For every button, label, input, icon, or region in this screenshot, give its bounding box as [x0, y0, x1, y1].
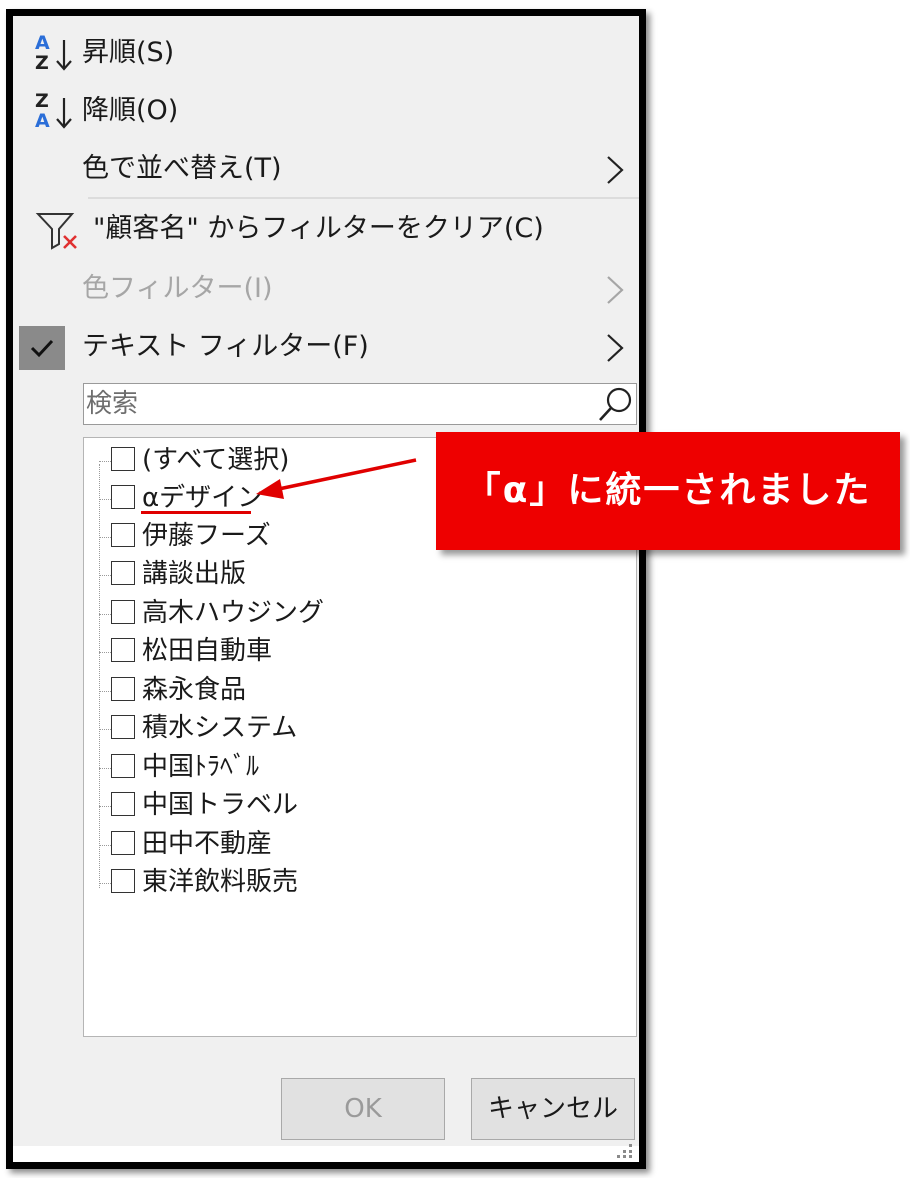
resize-grip-icon[interactable] — [617, 1142, 635, 1160]
chevron-right-icon — [607, 334, 624, 362]
cancel-button[interactable]: キャンセル — [471, 1078, 635, 1140]
list-item[interactable]: 田中不動産 — [84, 826, 636, 864]
checkbox[interactable] — [111, 831, 135, 855]
menu-item-sort-ascending[interactable]: A Z 昇順(S) — [13, 26, 639, 80]
menu-item-label: "顧客名" からフィルターをクリア(C) — [93, 213, 544, 244]
checkbox[interactable] — [111, 754, 135, 778]
menu-item-color-filter: 色フィルター(I) — [13, 262, 639, 316]
menu-item-label: 昇順(S) — [82, 37, 175, 68]
list-item[interactable]: 講談出版 — [84, 556, 636, 594]
search-icon[interactable] — [596, 384, 636, 424]
checkbox[interactable] — [111, 523, 135, 547]
checkbox[interactable] — [111, 600, 135, 624]
list-item-label: 森永食品 — [142, 675, 247, 705]
checkbox[interactable] — [111, 869, 135, 893]
chevron-right-icon — [607, 276, 624, 304]
menu-item-label: 降順(O) — [82, 95, 179, 126]
list-item[interactable]: 松田自動車 — [84, 633, 636, 671]
annotation-underline — [141, 511, 251, 514]
list-item-label: 積水システム — [142, 713, 298, 743]
list-item-label: 講談出版 — [142, 559, 247, 589]
chevron-right-icon — [607, 156, 624, 184]
list-item[interactable]: 東洋飲料販売 — [84, 864, 636, 902]
checkmark-icon — [19, 326, 65, 370]
menu-item-sort-descending[interactable]: Z A 降順(O) — [13, 84, 639, 138]
checkbox[interactable] — [111, 715, 135, 739]
sort-ascending-icon: A Z — [33, 32, 81, 76]
menu-item-label: 色で並べ替え(T) — [82, 153, 282, 184]
checkbox[interactable] — [111, 485, 135, 509]
annotation-callout: 「α」に統一されました — [436, 432, 900, 550]
list-item[interactable]: 中国ﾄﾗﾍﾞﾙ — [84, 749, 636, 787]
search-box — [83, 383, 637, 425]
checkbox[interactable] — [111, 447, 135, 471]
sort-descending-icon: Z A — [33, 90, 81, 134]
menu-item-label: テキスト フィルター(F) — [82, 331, 369, 362]
list-item-label: 松田自動車 — [142, 636, 273, 666]
screenshot-stage: A Z 昇順(S) Z A 降順(O) 色で並べ替え(T) "顧客名" からフィ… — [0, 0, 910, 1178]
dialog-footer-strip — [13, 1144, 639, 1162]
search-input[interactable] — [86, 384, 586, 424]
list-item-label: 伊藤フーズ — [142, 521, 271, 551]
list-item[interactable]: 高木ハウジング — [84, 595, 636, 633]
list-item-label: 中国ﾄﾗﾍﾞﾙ — [142, 752, 260, 782]
list-item-label: 高木ハウジング — [142, 598, 325, 628]
menu-separator — [88, 197, 639, 199]
list-item-label: 田中不動産 — [142, 829, 273, 859]
filter-dropdown-dialog: A Z 昇順(S) Z A 降順(O) 色で並べ替え(T) "顧客名" からフィ… — [6, 9, 646, 1169]
list-item[interactable]: 積水システム — [84, 710, 636, 748]
menu-item-label: 色フィルター(I) — [82, 273, 273, 304]
list-item[interactable]: 森永食品 — [84, 672, 636, 710]
checkbox[interactable] — [111, 561, 135, 585]
checkbox[interactable] — [111, 638, 135, 662]
menu-item-sort-by-color[interactable]: 色で並べ替え(T) — [13, 142, 639, 196]
menu-item-clear-filter[interactable]: "顧客名" からフィルターをクリア(C) — [13, 202, 639, 256]
annotation-arrow — [256, 458, 417, 499]
clear-filter-icon — [35, 213, 77, 250]
menu-item-text-filter[interactable]: テキスト フィルター(F) — [13, 320, 639, 374]
list-item[interactable]: 中国トラベル — [84, 787, 636, 825]
ok-button[interactable]: OK — [281, 1078, 445, 1140]
checkbox[interactable] — [111, 792, 135, 816]
checkbox[interactable] — [111, 677, 135, 701]
list-item-label: 東洋飲料販売 — [142, 867, 299, 897]
list-item-label: 中国トラベル — [142, 790, 299, 820]
